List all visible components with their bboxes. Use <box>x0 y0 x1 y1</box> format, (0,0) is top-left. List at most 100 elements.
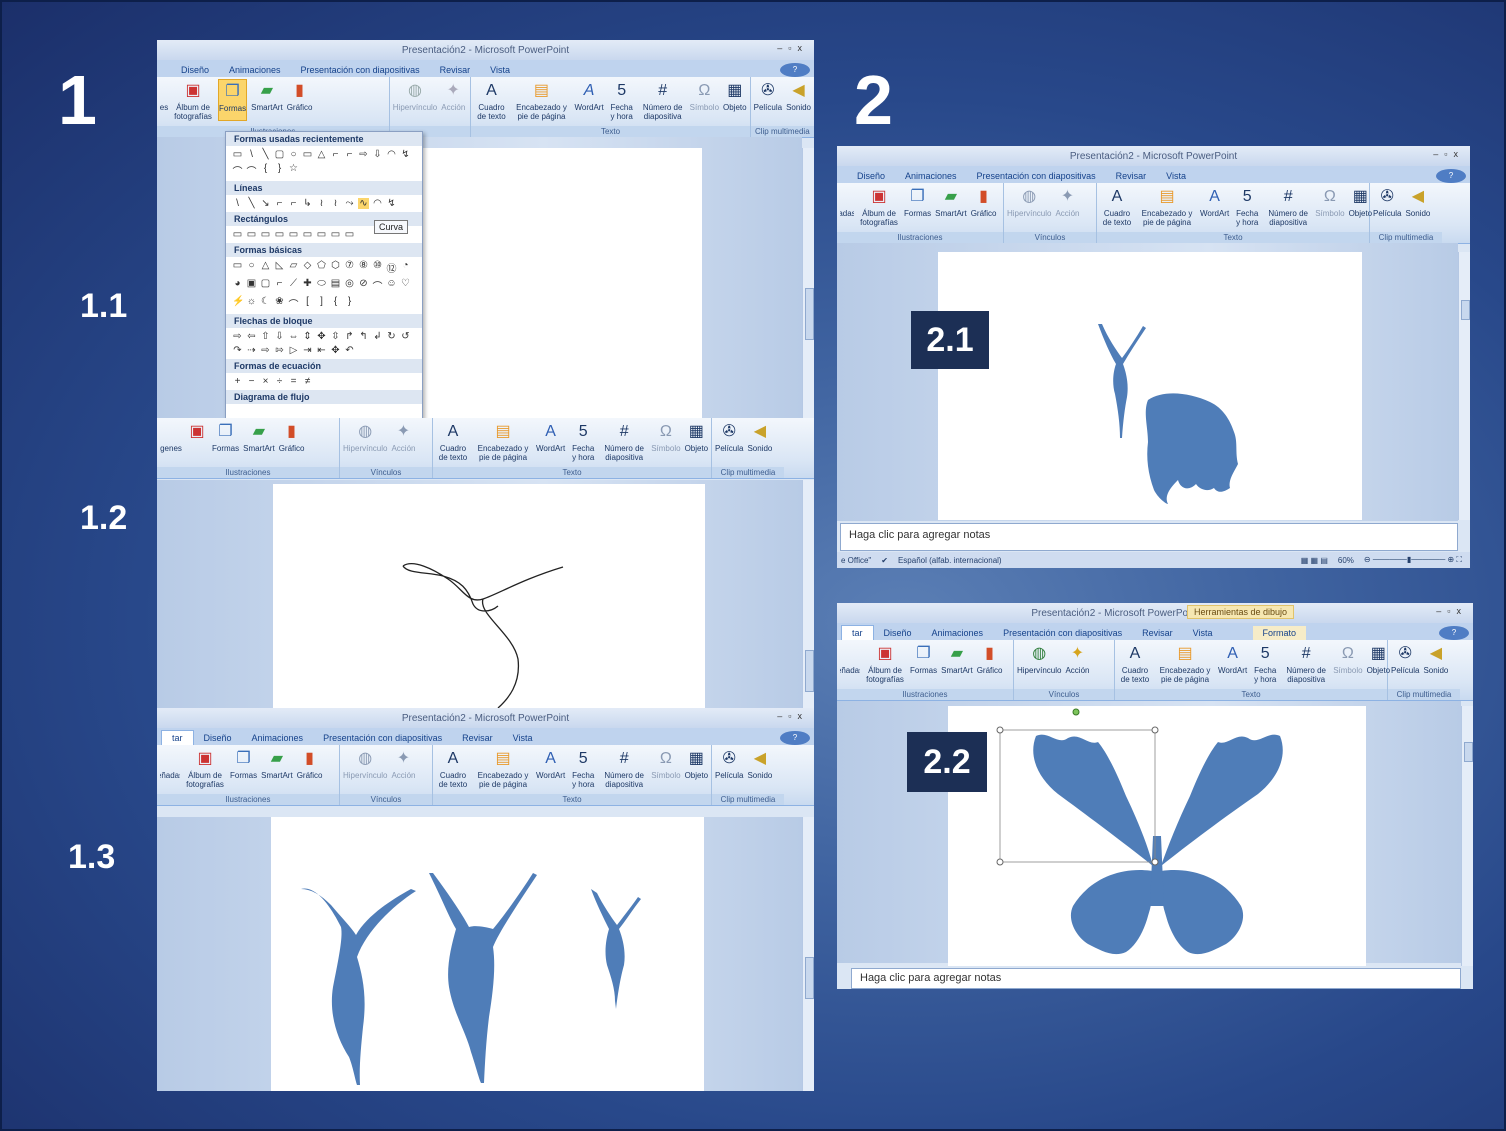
object-button[interactable]: ▦ Objeto <box>685 420 709 462</box>
datetime-button[interactable]: 5 Fecha y hora <box>608 79 636 121</box>
wordart-button[interactable]: A WordArt <box>1218 642 1247 684</box>
window-controls[interactable]: –▫x <box>777 43 808 53</box>
smartart-button[interactable]: ▰ SmartArt <box>261 747 293 789</box>
tab-vista[interactable]: Vista <box>503 731 543 745</box>
help-icon[interactable]: ? <box>1436 169 1466 183</box>
hyperlink-button[interactable]: ◍ Hipervínculo <box>1007 185 1051 218</box>
help-icon[interactable]: ? <box>1439 626 1469 640</box>
tab-animaciones[interactable]: Animaciones <box>219 63 291 77</box>
wordart-button[interactable]: A WordArt <box>536 747 565 789</box>
action-button[interactable]: ✦ Acción <box>1065 642 1089 675</box>
help-icon[interactable]: ? <box>780 731 810 745</box>
tab-revisar[interactable]: Revisar <box>430 63 481 77</box>
resize-handle-tl[interactable] <box>996 726 1004 734</box>
resize-handle-br[interactable] <box>1151 858 1159 866</box>
sound-button[interactable]: ◀ Sonido <box>1423 642 1448 675</box>
tab-animaciones[interactable]: Animaciones <box>922 626 994 640</box>
header-footer-button[interactable]: ▤ Encabezado y pie de página <box>474 747 532 789</box>
tab-animaciones[interactable]: Animaciones <box>895 169 967 183</box>
symbol-button[interactable]: Ω Símbolo <box>1315 185 1344 227</box>
slide-canvas[interactable] <box>273 484 705 708</box>
smartart-button[interactable]: ▰ SmartArt <box>251 79 283 121</box>
slide-canvas[interactable] <box>412 148 702 418</box>
tab-presentacion[interactable]: Presentación con diapositivas <box>291 63 430 77</box>
wordart-button[interactable]: A WordArt <box>536 420 565 462</box>
notes-pane[interactable]: Haga clic para agregar notas <box>851 968 1461 989</box>
textbox-button[interactable]: A Cuadro de texto <box>436 747 470 789</box>
movie-button[interactable]: ✇ Película <box>1373 185 1401 218</box>
action-button[interactable]: ✦ Acción <box>391 420 415 453</box>
header-footer-button[interactable]: ▤ Encabezado y pie de página <box>474 420 532 462</box>
tab-insertar[interactable]: tar <box>161 730 194 745</box>
symbol-button[interactable]: Ω Símbolo <box>651 420 680 462</box>
help-icon[interactable]: ? <box>780 63 810 77</box>
slide-number-button[interactable]: # Número de diapositiva <box>640 79 686 121</box>
symbol-button[interactable]: Ω Símbolo <box>690 79 719 121</box>
rotation-handle[interactable] <box>1072 708 1080 716</box>
tab-diseno[interactable]: Diseño <box>194 731 242 745</box>
movie-button[interactable]: ✇ Película <box>1391 642 1419 675</box>
block-row[interactable]: ⇨ ⇦ ⇧ ⇩ ⇔ ⇕ ✥ ⇳ ↱ ↰ ↲ ↻ ↺ ↷ ⇢ ⇨ ⇰ ▷ ⇥ ⇤ ✥ ↶ <box>226 328 422 359</box>
object-button[interactable]: ▦ Objeto <box>1367 642 1391 684</box>
sound-button[interactable]: ◀ Sonido <box>747 420 772 453</box>
tab-presentacion[interactable]: Presentación con diapositivas <box>993 626 1132 640</box>
tab-diseno[interactable]: Diseño <box>171 63 219 77</box>
window-controls[interactable]: –▫x <box>1436 606 1467 616</box>
textbox-button[interactable]: A Cuadro de texto <box>1100 185 1134 227</box>
tab-revisar[interactable]: Revisar <box>452 731 503 745</box>
spellcheck-icon[interactable]: ✔ <box>881 556 888 565</box>
action-button[interactable]: ✦ Acción <box>391 747 415 780</box>
sound-button[interactable]: ◀ Sonido <box>747 747 772 780</box>
object-button[interactable]: ▦ Objeto <box>723 79 747 121</box>
symbol-button[interactable]: Ω Símbolo <box>651 747 680 789</box>
tab-animaciones[interactable]: Animaciones <box>242 731 314 745</box>
movie-button[interactable]: ✇ Película <box>715 420 743 453</box>
header-footer-button[interactable]: ▤ Encabezado y pie de página <box>512 79 570 121</box>
tab-vista[interactable]: Vista <box>480 63 520 77</box>
smartart-button[interactable]: ▰ SmartArt <box>935 185 967 227</box>
wordart-button[interactable]: A WordArt <box>574 79 603 121</box>
action-button[interactable]: ✦ Acción <box>1055 185 1079 218</box>
slide-number-button[interactable]: # Número de diapositiva <box>1283 642 1329 684</box>
tab-formato[interactable]: Formato <box>1252 626 1307 640</box>
sound-button[interactable]: ◀ Sonido <box>786 79 811 112</box>
textbox-button[interactable]: A Cuadro de texto <box>474 79 508 121</box>
formas-button[interactable]: ❐ Formas <box>910 642 937 684</box>
vertical-scrollbar[interactable] <box>1461 706 1473 966</box>
notes-pane[interactable]: Haga clic para agregar notas <box>840 523 1458 551</box>
tab-revisar[interactable]: Revisar <box>1106 169 1157 183</box>
tab-diseno[interactable]: Diseño <box>874 626 922 640</box>
window-controls[interactable]: –▫x <box>777 711 808 721</box>
tab-insertar[interactable]: tar <box>841 625 874 640</box>
tab-vista[interactable]: Vista <box>1183 626 1223 640</box>
vertical-scrollbar[interactable] <box>1458 252 1470 520</box>
header-footer-button[interactable]: ▤ Encabezado y pie de página <box>1156 642 1214 684</box>
smartart-button[interactable]: ▰ SmartArt <box>243 420 275 453</box>
view-buttons[interactable]: ▦ ▦ ▤ <box>1301 556 1328 565</box>
header-footer-button[interactable]: ▤ Encabezado y pie de página <box>1138 185 1196 227</box>
slide-canvas[interactable] <box>271 817 704 1091</box>
album-button[interactable]: ▣ Álbum de fotografías <box>184 747 226 789</box>
grafico-button[interactable]: ▮ Gráfico <box>287 79 313 121</box>
datetime-button[interactable]: 5 Fecha y hora <box>569 747 597 789</box>
hyperlink-button[interactable]: ◍ Hipervínculo <box>343 420 387 453</box>
grafico-button[interactable]: ▮ Gráfico <box>279 420 305 453</box>
grafico-button[interactable]: ▮ Gráfico <box>971 185 997 227</box>
datetime-button[interactable]: 5 Fecha y hora <box>569 420 597 462</box>
slide-number-button[interactable]: # Número de diapositiva <box>1265 185 1311 227</box>
smartart-button[interactable]: ▰ SmartArt <box>941 642 973 684</box>
album-button[interactable]: ▣ Álbum de fotografías <box>864 642 906 684</box>
slide-number-button[interactable]: # Número de diapositiva <box>601 420 647 462</box>
basic-row[interactable]: ▭ ○ △ ◺ ▱ ◇ ⬠ ⬡ ⑦ ⑧ ⑩ ⑫ ◔ ◕ ▣ ▢ ⌐ ⟋ ✚ ⬭ ▤ ◎ ⊘ ⌒ ☺ ♡ ⚡ ☼ ☾ ❀ ⌒[]{} <box>226 257 422 314</box>
object-button[interactable]: ▦ Objeto <box>685 747 709 789</box>
grafico-button[interactable]: ▮ Gráfico <box>297 747 323 789</box>
slide-canvas[interactable] <box>948 706 1366 966</box>
tab-vista[interactable]: Vista <box>1156 169 1196 183</box>
resize-handle-tr[interactable] <box>1151 726 1159 734</box>
slide-number-button[interactable]: # Número de diapositiva <box>601 747 647 789</box>
album-button[interactable]: ▣ Álbum de fotografías <box>858 185 900 227</box>
datetime-button[interactable]: 5 Fecha y hora <box>1251 642 1279 684</box>
album-button[interactable]: ▣ Álbum de fotografías <box>172 79 214 121</box>
formas-button[interactable]: ❐ Formas <box>904 185 931 227</box>
sound-button[interactable]: ◀ Sonido <box>1405 185 1430 218</box>
